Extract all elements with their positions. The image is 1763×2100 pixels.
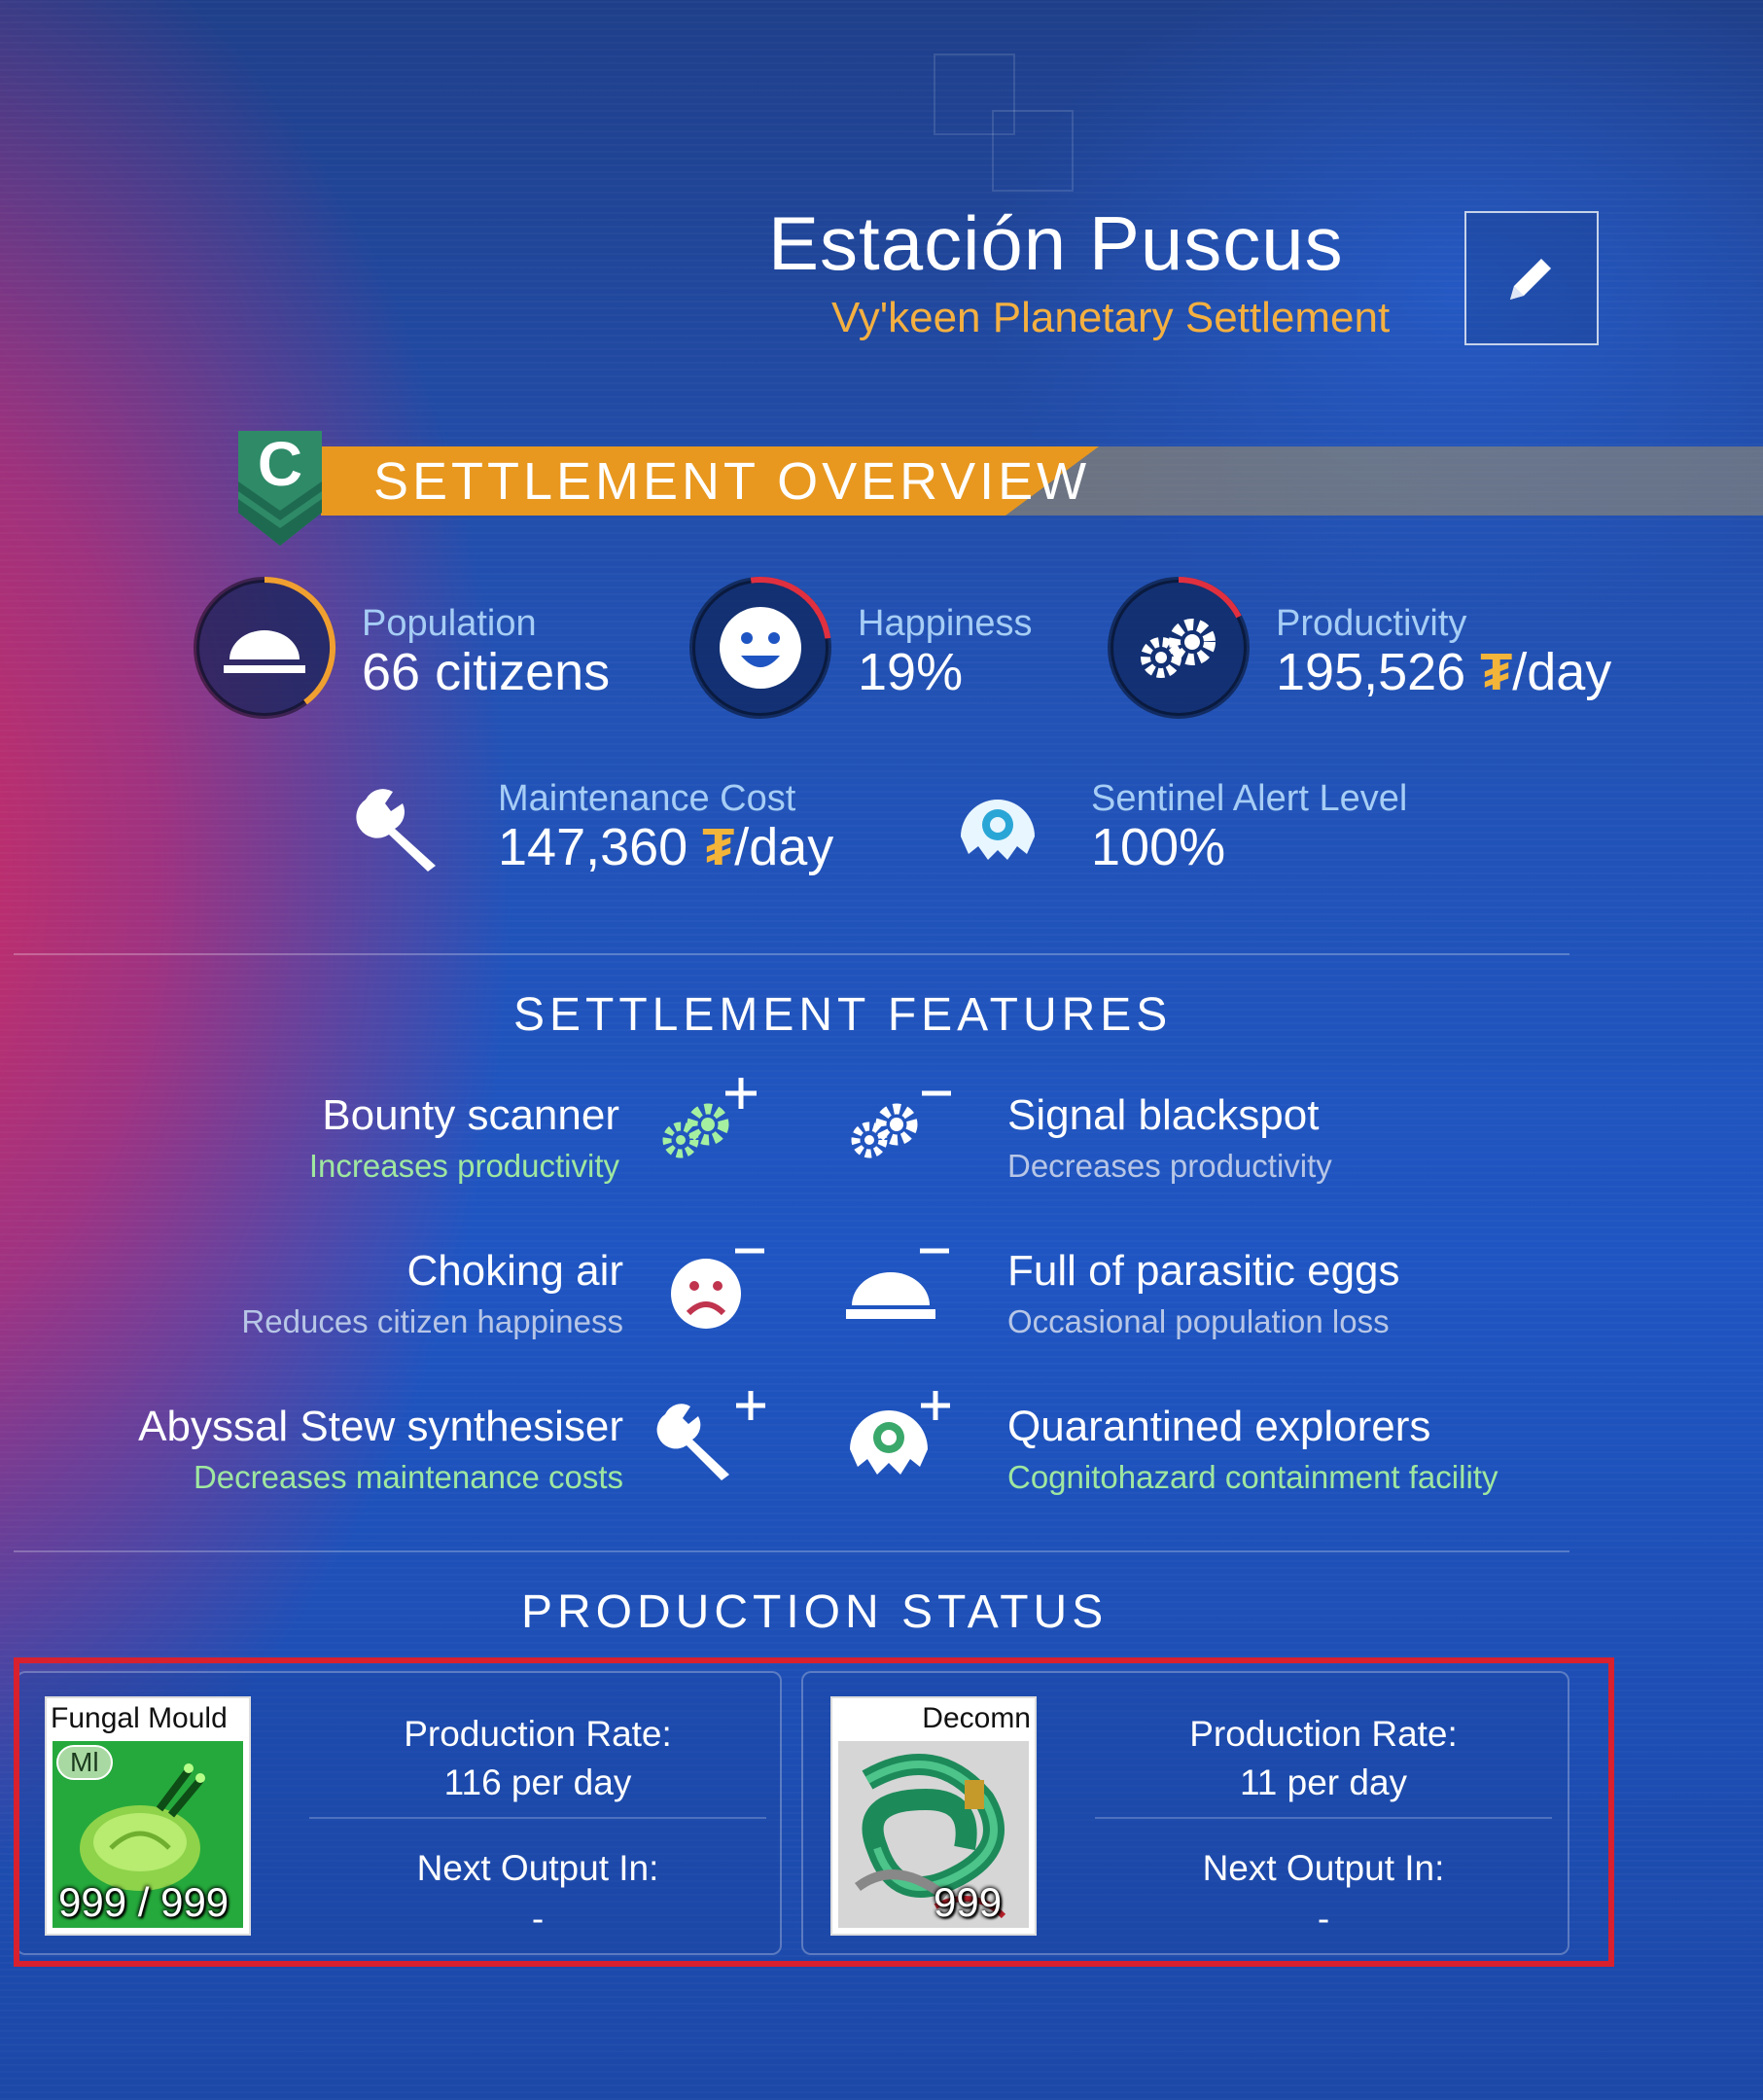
gears-icon: [1108, 577, 1250, 719]
production-card[interactable]: Fungal Mould Ml 999 / 999 Production Rat…: [16, 1671, 782, 1955]
overview-banner-title: SETTLEMENT OVERVIEW: [373, 452, 1091, 511]
sentinel-icon: [961, 800, 1035, 860]
feature-name: Abyssal Stew synthesiser: [138, 1403, 623, 1450]
production-title: PRODUCTION STATUS: [521, 1586, 1109, 1638]
production-rate-label: Production Rate:: [1189, 1714, 1458, 1754]
decorative-square: [992, 110, 1074, 192]
settlement-name: Estación Puscus: [768, 200, 1344, 286]
productivity-label: Productivity: [1276, 603, 1467, 644]
badge-letter: C: [258, 431, 302, 499]
maintenance-value: 147,360: [498, 818, 688, 876]
feature-description: Increases productivity: [308, 1148, 619, 1184]
settlement-class-badge: C: [238, 431, 322, 546]
dome-minus-icon: [846, 1248, 949, 1319]
sentinel-label: Sentinel Alert Level: [1091, 778, 1408, 819]
features-title: SETTLEMENT FEATURES: [513, 989, 1173, 1041]
feature-description: Occasional population loss: [1007, 1303, 1390, 1339]
maintenance-value-row: 147,360 ₮/day: [498, 817, 833, 877]
units-currency-icon: ₮: [702, 818, 735, 876]
feature-name: Quarantined explorers: [1007, 1403, 1431, 1450]
gears-plus-icon: [662, 1078, 757, 1158]
edit-name-button[interactable]: [1464, 211, 1599, 345]
feature-name: Full of parasitic eggs: [1007, 1247, 1400, 1295]
maintenance-unit: /day: [734, 818, 834, 876]
feature-description: Decreases productivity: [1007, 1148, 1332, 1184]
happiness-label: Happiness: [858, 603, 1033, 644]
production-rate-value: 11 per day: [1239, 1762, 1408, 1802]
productivity-value-row: 195,526 ₮/day: [1276, 642, 1611, 702]
productivity-value: 195,526: [1276, 643, 1466, 701]
production-rate-label: Production Rate:: [404, 1714, 672, 1754]
smiley-icon: [689, 577, 831, 719]
next-output-label: Next Output In:: [416, 1848, 659, 1888]
gears-minus-icon: [851, 1090, 951, 1158]
item-name: Decomn: [922, 1702, 1031, 1734]
next-output-value: -: [531, 1899, 545, 1939]
item-tag: Ml: [56, 1745, 113, 1780]
wrench-icon: [356, 789, 436, 872]
sentinel-plus-icon: [850, 1391, 950, 1475]
production-card[interactable]: Decomn 999 Production Rate: 11 per day N…: [801, 1671, 1569, 1955]
pencil-icon: [1510, 259, 1551, 300]
feature-name: Signal blackspot: [1007, 1091, 1320, 1139]
population-value: 66 citizens: [362, 643, 611, 701]
sentinel-value: 100%: [1091, 818, 1226, 876]
next-output-value: -: [1317, 1899, 1330, 1939]
item-slot[interactable]: Decomn 999: [830, 1696, 1037, 1936]
population-label: Population: [362, 603, 537, 644]
settlement-type: Vy'keen Planetary Settlement: [831, 294, 1391, 341]
section-divider: [14, 1550, 1569, 1552]
units-currency-icon: ₮: [1480, 643, 1513, 701]
production-rate-value: 116 per day: [443, 1762, 632, 1802]
card-separator: [1095, 1817, 1552, 1819]
feature-name: Bounty scanner: [322, 1091, 619, 1139]
maintenance-label: Maintenance Cost: [498, 778, 796, 819]
section-divider: [14, 953, 1569, 955]
item-count: 999: [934, 1879, 1003, 1925]
item-count: 999 / 999: [58, 1879, 229, 1925]
feature-description: Reduces citizen happiness: [241, 1303, 623, 1339]
item-slot[interactable]: Fungal Mould Ml 999 / 999: [45, 1696, 251, 1936]
productivity-unit: /day: [1512, 643, 1612, 701]
feature-description: Cognitohazard containment facility: [1007, 1459, 1499, 1495]
card-separator: [309, 1817, 766, 1819]
sad-face-minus-icon: [671, 1248, 764, 1329]
next-output-label: Next Output In:: [1202, 1848, 1445, 1888]
population-icon: [194, 577, 335, 719]
item-name: Fungal Mould: [51, 1702, 228, 1734]
feature-description: Decreases maintenance costs: [193, 1459, 623, 1495]
feature-name: Choking air: [406, 1247, 623, 1295]
wrench-plus-icon: [656, 1391, 765, 1480]
happiness-value: 19%: [858, 643, 964, 701]
